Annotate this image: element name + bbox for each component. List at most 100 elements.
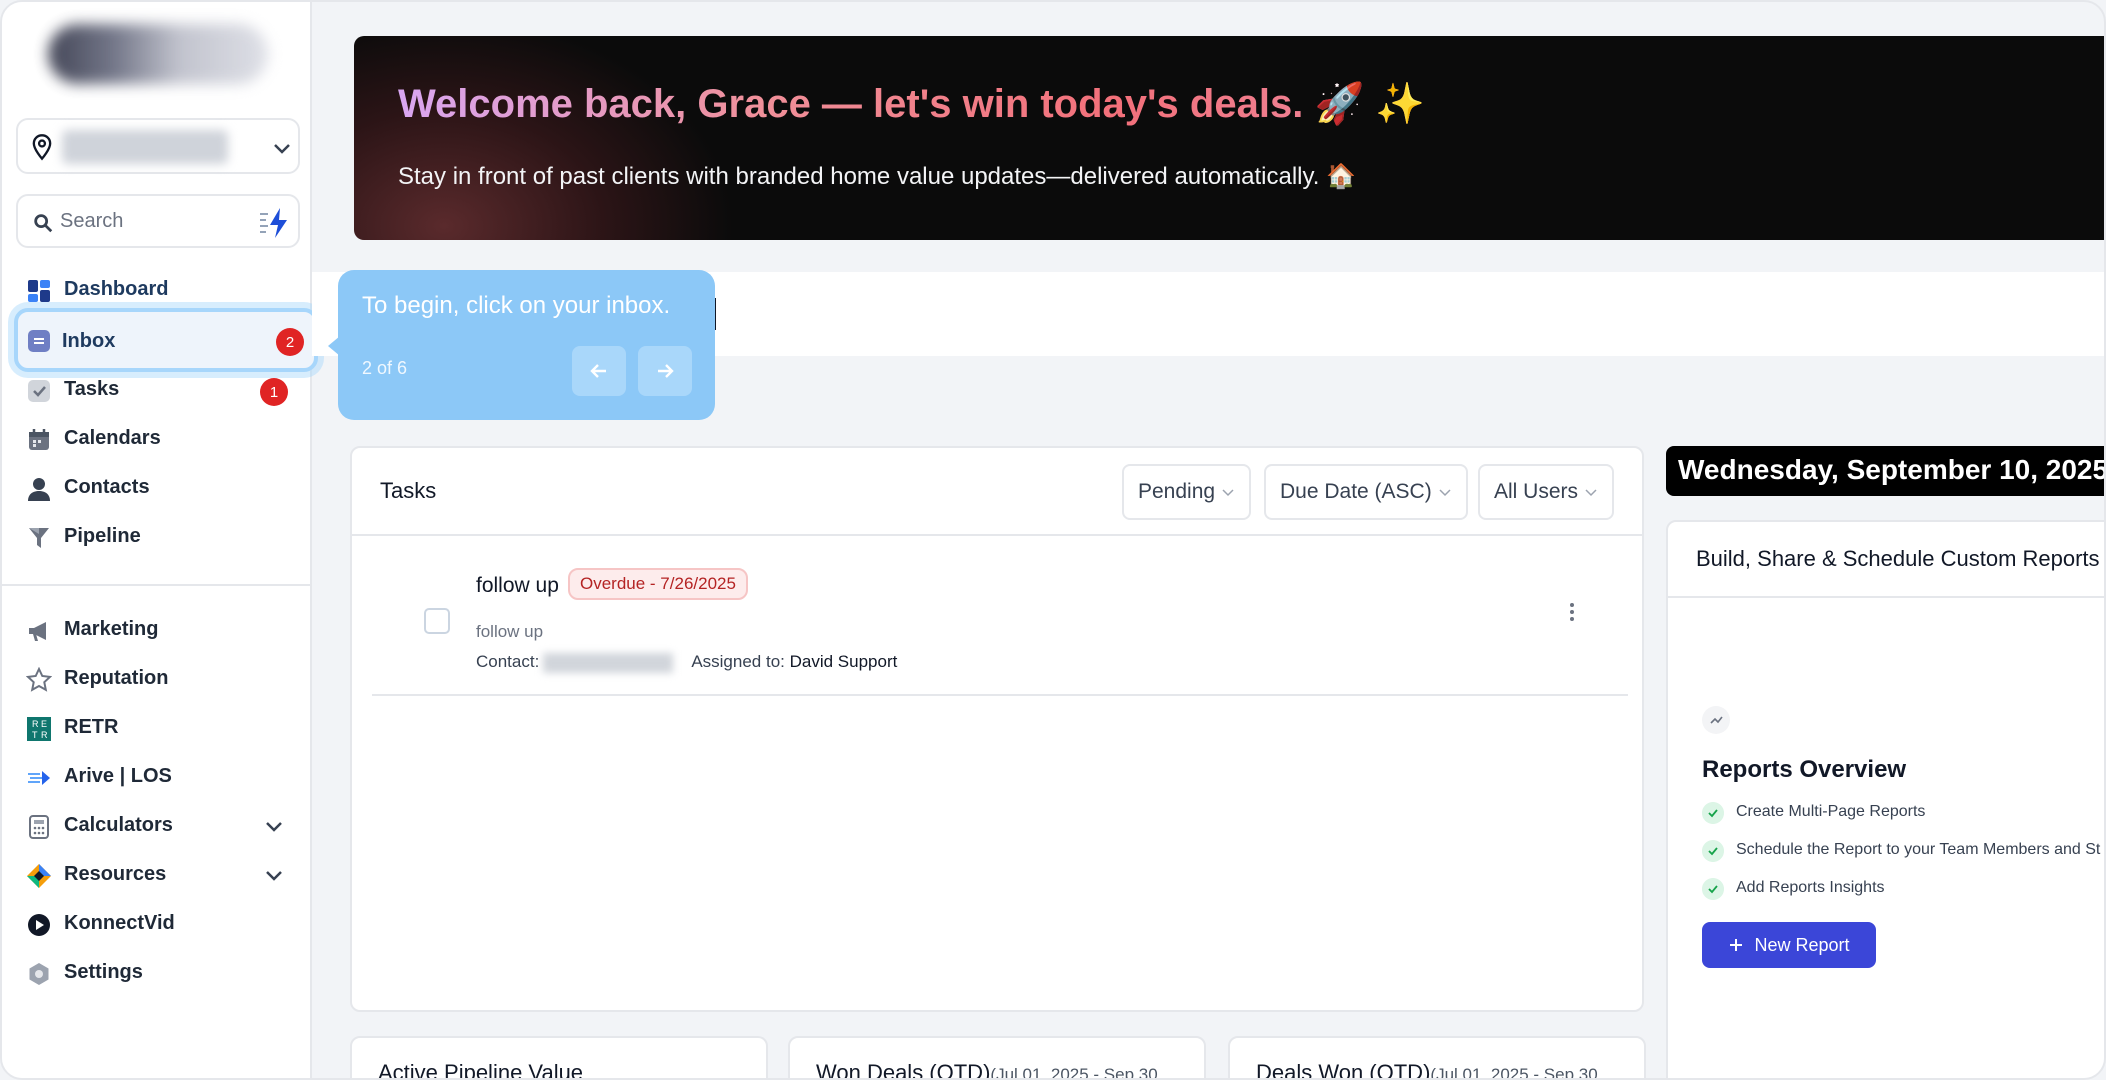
arrow-right-icon [658, 364, 674, 378]
chevron-down-icon [274, 144, 290, 154]
megaphone-icon [29, 622, 46, 641]
welcome-subtitle: Stay in front of past clients with brand… [398, 163, 1356, 190]
kpi-title-text: Won Deals (QTD) [816, 1060, 991, 1080]
kpi-date-range: (Jul 01, 2025 - Sep 30 [1430, 1065, 1598, 1080]
new-report-label: New Report [1754, 934, 1850, 955]
sidebar-item-retr[interactable]: RETR RETR [16, 706, 298, 750]
funnel-icon [29, 528, 49, 548]
sidebar-item-label: Settings [64, 961, 143, 983]
contact-name-redacted[interactable] [543, 652, 674, 673]
rocket-sparkles-emoji: 🚀 ✨ [1314, 82, 1426, 126]
sidebar-item-label: Tasks [64, 378, 120, 400]
tooltip-text: To begin, click on your inbox. [362, 292, 671, 319]
chevron-down-icon[interactable] [262, 814, 286, 838]
gear-icon [29, 963, 49, 985]
tasks-card-header: Tasks Pending Due Date (ASC) All Users [352, 448, 1642, 536]
dashboard-icon [28, 280, 50, 302]
reports-feature-text: Schedule the Report to your Team Members… [1736, 841, 2101, 858]
chevron-down-icon [1585, 489, 1597, 497]
status-filter-value: Pending [1138, 480, 1216, 503]
tasks-count-badge: 1 [260, 378, 288, 406]
sidebar-item-inbox[interactable]: Inbox 2 [14, 308, 318, 372]
sidebar-item-dashboard[interactable]: Dashboard [16, 268, 298, 312]
svg-text:R: R [32, 719, 39, 729]
kpi-title-text: Active Pipeline Value [378, 1060, 584, 1080]
assignee-name: David Support [789, 652, 898, 671]
contact-label: Contact: [476, 652, 540, 671]
chevron-down-icon [1222, 489, 1234, 497]
svg-text:E: E [41, 719, 47, 729]
task-complete-checkbox[interactable] [424, 608, 450, 634]
sidebar-item-label: Calendars [64, 427, 161, 449]
calendar-icon [29, 429, 49, 450]
quick-action-bolt-icon[interactable] [258, 206, 292, 240]
calculator-icon [29, 815, 49, 839]
location-pin-icon [32, 134, 52, 161]
new-report-button[interactable]: New Report [1702, 922, 1876, 968]
kpi-date-range: (Jul 01, 2025 - Sep 30 [990, 1065, 1158, 1080]
location-switcher[interactable] [16, 118, 300, 174]
user-filter-dropdown[interactable]: All Users [1478, 464, 1615, 520]
status-filter-dropdown[interactable]: Pending [1122, 464, 1252, 520]
chevron-down-icon[interactable] [262, 863, 286, 887]
company-logo[interactable] [48, 24, 268, 84]
sidebar-item-label: Contacts [64, 476, 150, 498]
app-window: Search Dashboard Inbox 2 Tasks 1 Calenda… [0, 0, 2106, 1080]
tooltip-prev-button[interactable] [572, 346, 626, 396]
sidebar-item-contacts[interactable]: Contacts [16, 466, 298, 510]
check-circle-icon [1702, 802, 1724, 824]
sort-dropdown[interactable]: Due Date (ASC) [1264, 464, 1468, 520]
tooltip-next-button[interactable] [638, 346, 692, 396]
reports-overview-title: Reports Overview [1702, 756, 1907, 783]
welcome-title: Welcome back, Grace — let's win today's … [398, 80, 1425, 127]
arive-arrow-icon [28, 771, 50, 785]
more-options-icon[interactable] [1568, 600, 1576, 624]
kpi-title-text: Deals Won (QTD) [1256, 1060, 1431, 1080]
check-circle-icon [1702, 840, 1724, 862]
kpi-card-active-pipeline: Active Pipeline Value [350, 1036, 768, 1080]
reports-card: Build, Share & Schedule Custom Reports R… [1666, 520, 2104, 1078]
sidebar-item-settings[interactable]: Settings [16, 951, 298, 995]
kpi-card-won-deals: Won Deals (QTD)(Jul 01, 2025 - Sep 30 [788, 1036, 1206, 1080]
kpi-card-title: Active Pipeline Value [378, 1060, 584, 1080]
onboarding-tooltip: To begin, click on your inbox. 2 of 6 [328, 270, 715, 420]
sidebar-item-label: Marketing [64, 618, 159, 640]
sidebar-item-tasks[interactable]: Tasks 1 [16, 368, 298, 412]
sidebar-item-label: Dashboard [64, 278, 169, 300]
inbox-icon [28, 330, 50, 352]
chevron-down-icon [1439, 489, 1451, 497]
task-row[interactable]: follow up Overdue - 7/26/2025 follow up … [372, 536, 1628, 696]
kpi-card-deals-won: Deals Won (QTD)(Jul 01, 2025 - Sep 30 [1228, 1036, 1646, 1080]
sidebar-item-label: Pipeline [64, 525, 141, 547]
star-icon [26, 667, 52, 692]
sidebar-item-reputation[interactable]: Reputation [16, 657, 298, 701]
sidebar-item-konnectvid[interactable]: KonnectVid [16, 902, 298, 946]
tooltip-step-counter: 2 of 6 [362, 358, 408, 378]
sidebar-item-label: Resources [64, 863, 167, 885]
overdue-badge: Overdue - 7/26/2025 [568, 568, 748, 600]
welcome-title-text: Welcome back, Grace — let's win today's … [398, 82, 1304, 126]
current-date-header: Wednesday, September 10, 2025 [1666, 446, 2104, 496]
svg-text:T: T [32, 730, 38, 740]
search-icon [34, 214, 53, 233]
kpi-card-title: Won Deals (QTD)(Jul 01, 2025 - Sep 30 [816, 1060, 1158, 1080]
reports-feature-text: Create Multi-Page Reports [1736, 803, 1926, 820]
sidebar-item-resources[interactable]: Resources [16, 853, 298, 897]
sidebar-item-calendars[interactable]: Calendars [16, 417, 298, 461]
kpi-card-title: Deals Won (QTD)(Jul 01, 2025 - Sep 30 [1256, 1060, 1598, 1080]
sidebar-item-arive-los[interactable]: Arive | LOS [16, 755, 298, 799]
inbox-unread-badge: 2 [276, 328, 304, 356]
search-box[interactable]: Search [16, 194, 300, 248]
trend-icon [1702, 706, 1730, 734]
sidebar-item-marketing[interactable]: Marketing [16, 608, 298, 652]
task-meta: Contact: Assigned to: David Support [476, 652, 897, 673]
sidebar-item-pipeline[interactable]: Pipeline [16, 515, 298, 559]
arrow-left-icon [590, 364, 606, 378]
sidebar-item-label: KonnectVid [64, 912, 175, 934]
sidebar: Search Dashboard Inbox 2 Tasks 1 Calenda… [2, 2, 318, 1078]
sidebar-item-calculators[interactable]: Calculators [16, 804, 298, 848]
tasks-card-title: Tasks [380, 478, 437, 503]
location-name-redacted [62, 130, 228, 164]
task-title: follow up [476, 574, 559, 597]
play-circle-icon [28, 914, 50, 936]
